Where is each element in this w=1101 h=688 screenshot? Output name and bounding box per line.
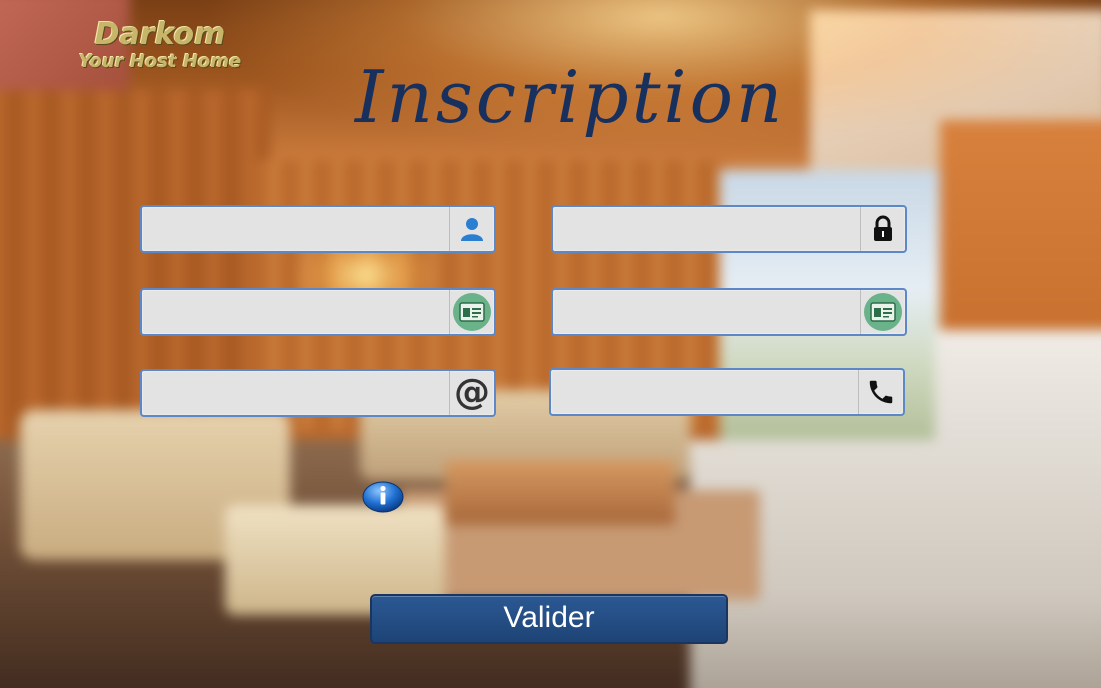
logo: Darkom Your Host Home	[60, 18, 260, 72]
info-icon[interactable]	[362, 480, 404, 516]
id-card-input-2[interactable]	[559, 290, 863, 336]
at-icon: @	[449, 371, 494, 415]
email-field[interactable]: @	[140, 369, 496, 417]
username-input[interactable]	[148, 207, 452, 253]
phone-input[interactable]	[557, 370, 861, 416]
phone-field[interactable]	[549, 368, 905, 416]
id-card-input-1[interactable]	[148, 290, 452, 336]
page-title: Inscription	[355, 55, 786, 139]
password-input[interactable]	[559, 207, 863, 253]
username-field[interactable]	[140, 205, 496, 253]
submit-button[interactable]: Valider	[370, 594, 728, 644]
phone-icon	[858, 370, 903, 414]
id-card-field-2[interactable]	[551, 288, 907, 336]
id-card-icon	[449, 290, 494, 334]
logo-name: Darkom	[94, 17, 226, 52]
email-input[interactable]	[148, 371, 452, 417]
id-card-field-1[interactable]	[140, 288, 496, 336]
lock-icon	[860, 207, 905, 251]
id-card-icon	[860, 290, 905, 334]
password-field[interactable]	[551, 205, 907, 253]
logo-tagline: Your Host Home	[78, 51, 242, 72]
user-icon	[449, 207, 494, 251]
